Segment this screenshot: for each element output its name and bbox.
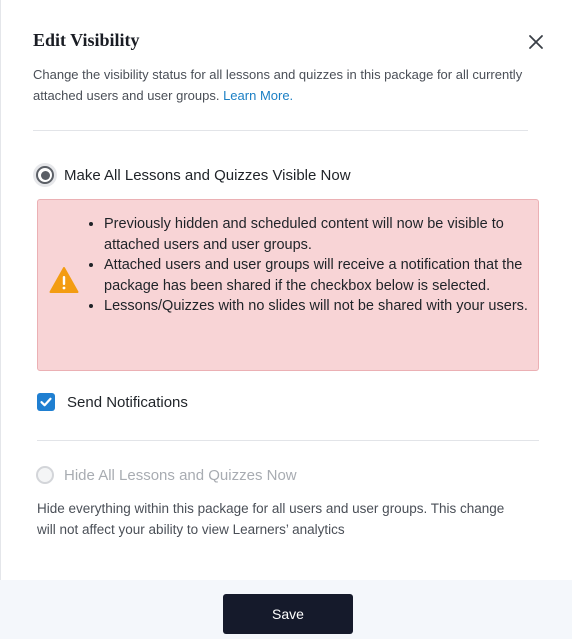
dialog-title: Edit Visibility: [33, 30, 140, 50]
send-notifications-label: Send Notifications: [67, 393, 188, 411]
warning-item: Lessons/Quizzes with no slides will not …: [104, 296, 544, 317]
divider: [33, 130, 528, 131]
warning-item: Attached users and user groups will rece…: [104, 255, 544, 296]
warning-list: Previously hidden and scheduled content …: [86, 214, 544, 317]
dialog-description: Change the visibility status for all les…: [33, 64, 533, 106]
hide-all-description: Hide everything within this package for …: [37, 501, 505, 537]
edit-visibility-dialog: Edit Visibility Change the visibility st…: [0, 0, 572, 639]
dialog-left-edge: [0, 0, 1, 639]
make-visible-label: Make All Lessons and Quizzes Visible Now: [64, 166, 351, 184]
warning-triangle-icon: [49, 267, 79, 293]
save-button[interactable]: Save: [223, 594, 353, 634]
learn-more-link[interactable]: Learn More.: [223, 88, 293, 103]
make-visible-radio[interactable]: [36, 166, 54, 184]
send-notifications-option[interactable]: Send Notifications: [37, 393, 188, 411]
send-notifications-checkbox[interactable]: [37, 393, 55, 411]
make-visible-option[interactable]: Make All Lessons and Quizzes Visible Now: [36, 166, 351, 184]
hide-all-radio[interactable]: [36, 466, 54, 484]
close-icon: [529, 35, 543, 49]
close-button[interactable]: [522, 28, 550, 56]
warning-item: Previously hidden and scheduled content …: [104, 214, 544, 255]
checkmark-icon: [40, 397, 52, 407]
hide-all-label: Hide All Lessons and Quizzes Now: [64, 466, 297, 484]
divider: [37, 440, 539, 441]
radio-selected-dot: [40, 170, 50, 180]
hide-all-option[interactable]: Hide All Lessons and Quizzes Now: [36, 466, 297, 484]
warning-box: Previously hidden and scheduled content …: [37, 199, 539, 371]
